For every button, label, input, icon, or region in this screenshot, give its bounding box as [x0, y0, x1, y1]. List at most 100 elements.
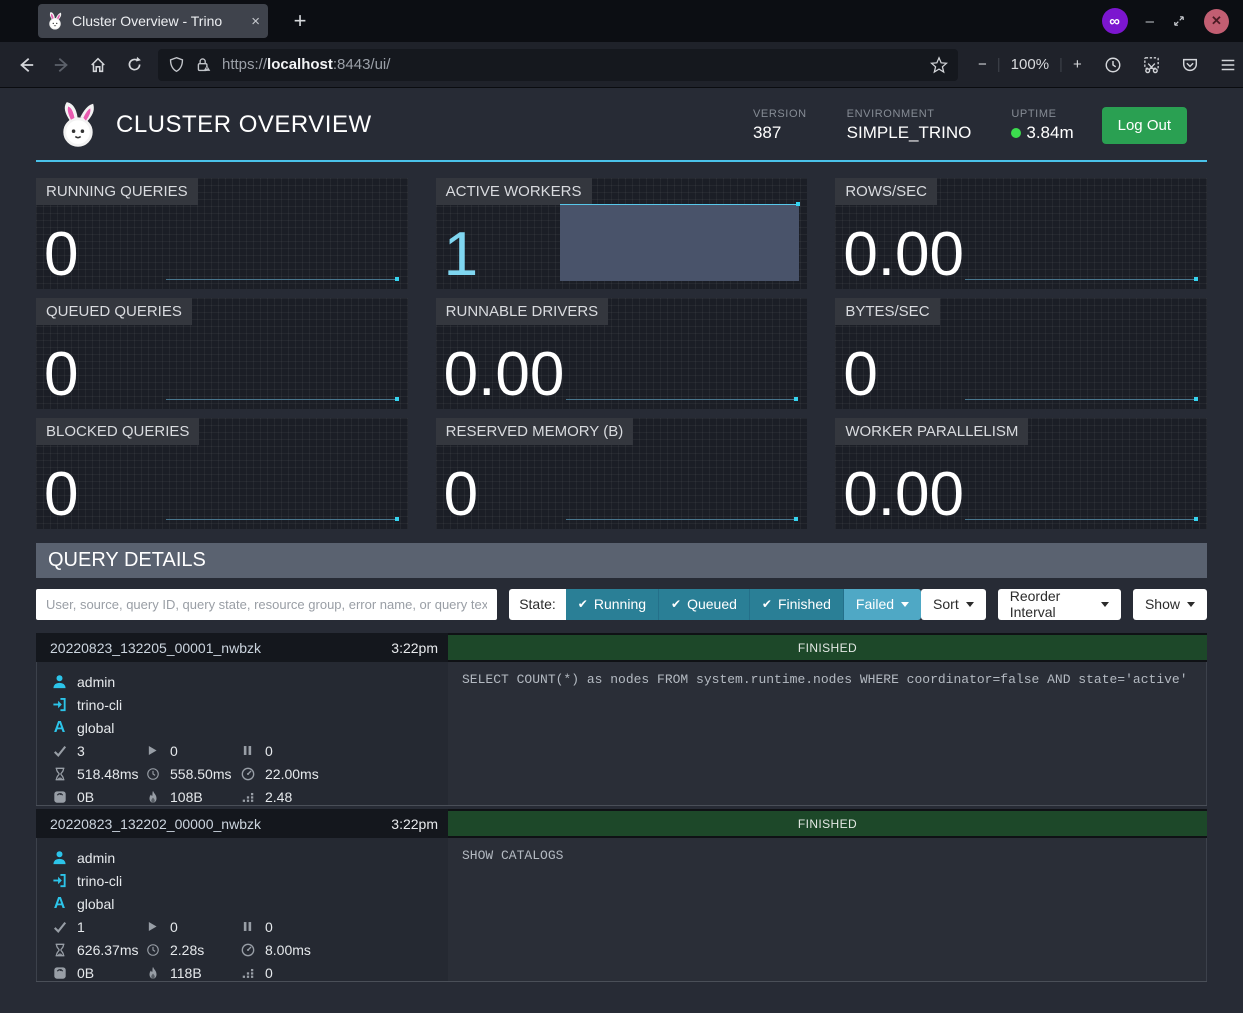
query-filter-row: State: ✔Running ✔Queued ✔Finished Failed…	[36, 588, 1207, 620]
sign-in-icon	[51, 873, 68, 888]
sparkline	[166, 279, 398, 280]
flame-icon	[144, 790, 161, 804]
version-value: 387	[753, 123, 807, 143]
sort-dropdown[interactable]: Sort	[921, 589, 986, 620]
elapsed-time: 2.28s	[170, 942, 204, 958]
peak-memory: 118B	[170, 965, 202, 981]
zoom-in-button[interactable]: +	[1073, 56, 1082, 73]
tab-close-icon[interactable]: ×	[251, 13, 260, 30]
zoom-out-button[interactable]: −	[978, 56, 987, 73]
close-window-button[interactable]: ✕	[1204, 9, 1229, 34]
history-icon[interactable]	[1104, 56, 1122, 74]
clock-icon	[144, 943, 161, 957]
screenshot-icon[interactable]	[1142, 55, 1161, 74]
new-tab-button[interactable]: +	[286, 8, 314, 34]
check-icon: ✔	[578, 597, 588, 611]
browser-toolbar: https://localhost:8443/ui/ − | 100% | +	[0, 42, 1243, 88]
chevron-down-icon	[966, 602, 974, 607]
pause-icon	[239, 744, 256, 757]
flame-icon	[144, 966, 161, 980]
sparkline	[965, 519, 1197, 520]
stat-card-running-queries: RUNNING QUERIES 0	[36, 178, 408, 289]
logout-button[interactable]: Log Out	[1102, 107, 1187, 144]
shield-icon[interactable]	[168, 56, 185, 73]
stat-card-rows-sec: ROWS/SEC 0.00	[835, 178, 1207, 289]
show-dropdown[interactable]: Show	[1133, 589, 1207, 620]
menu-icon[interactable]	[1219, 56, 1237, 74]
stat-card-reserved-memory: RESERVED MEMORY (B) 0	[436, 418, 808, 529]
lock-warning-icon[interactable]	[195, 56, 212, 73]
resource-group-icon: A	[51, 719, 68, 737]
check-icon	[51, 744, 68, 758]
splits-completed: 3	[77, 743, 85, 759]
queued-time: 626.37ms	[77, 942, 138, 958]
query-row: 20220823_132205_00001_nwbzk 3:22pm FINIS…	[36, 633, 1207, 806]
scale-icon	[51, 790, 68, 804]
user-icon	[51, 850, 68, 865]
url-text[interactable]: https://localhost:8443/ui/	[222, 56, 930, 73]
gauge-icon	[239, 767, 256, 781]
check-icon: ✔	[762, 597, 772, 611]
stat-label: ROWS/SEC	[835, 178, 937, 205]
scale-icon	[51, 966, 68, 980]
stat-value: 0	[444, 461, 478, 529]
uptime-value: 3.84m	[1026, 123, 1073, 143]
state-filter-failed[interactable]: Failed	[843, 589, 921, 620]
browser-tab-bar: Cluster Overview - Trino × + ∞ – ✕	[0, 0, 1243, 42]
query-search-input[interactable]	[36, 589, 497, 620]
check-icon	[51, 920, 68, 934]
play-icon	[144, 920, 161, 933]
restore-button[interactable]	[1172, 14, 1186, 28]
splits-queued: 0	[265, 743, 273, 759]
resource-group-icon: A	[51, 895, 68, 913]
forward-button[interactable]	[44, 56, 80, 74]
stat-label: RUNNABLE DRIVERS	[436, 298, 609, 325]
reload-button[interactable]	[116, 56, 152, 73]
elapsed-time: 558.50ms	[170, 766, 231, 782]
query-id-link[interactable]: 20220823_132202_00000_nwbzk	[50, 816, 261, 832]
stat-label: ACTIVE WORKERS	[436, 178, 592, 205]
check-icon: ✔	[671, 597, 681, 611]
current-memory: 0B	[77, 965, 94, 981]
back-button[interactable]	[8, 56, 44, 74]
stat-label: RUNNING QUERIES	[36, 178, 198, 205]
chevron-down-icon	[1101, 602, 1109, 607]
zoom-level[interactable]: 100%	[1011, 56, 1049, 73]
sign-in-icon	[51, 697, 68, 712]
query-id-link[interactable]: 20220823_132205_00001_nwbzk	[50, 640, 261, 656]
bookmark-star-icon[interactable]	[930, 56, 948, 74]
chevron-down-icon	[901, 602, 909, 607]
minimize-button[interactable]: –	[1146, 13, 1154, 30]
queued-time: 518.48ms	[77, 766, 138, 782]
stat-label: BLOCKED QUERIES	[36, 418, 199, 445]
tab-title: Cluster Overview - Trino	[72, 13, 245, 29]
cluster-header: CLUSTER OVERVIEW VERSION 387 ENVIRONMENT…	[36, 88, 1207, 162]
query-status-badge: FINISHED	[448, 635, 1207, 660]
version-metric: VERSION 387	[753, 108, 807, 143]
splits-running: 0	[170, 743, 178, 759]
state-filter-queued[interactable]: ✔Queued	[658, 589, 749, 620]
home-button[interactable]	[80, 56, 116, 74]
url-bar[interactable]: https://localhost:8443/ui/	[158, 49, 958, 81]
query-source: trino-cli	[77, 697, 122, 713]
stat-value: 0	[44, 341, 78, 409]
pause-icon	[239, 920, 256, 933]
splits-queued: 0	[265, 919, 273, 935]
state-filter-running[interactable]: ✔Running	[566, 589, 658, 620]
query-resource-group: global	[77, 720, 114, 736]
stat-card-bytes-sec: BYTES/SEC 0	[835, 298, 1207, 409]
trino-logo	[56, 102, 100, 148]
cumulative-memory: 2.48	[265, 789, 292, 805]
sparkline-filled	[560, 204, 800, 281]
query-sql-text: SHOW CATALOGS	[448, 838, 1207, 981]
hourglass-icon	[51, 767, 68, 781]
browser-tab[interactable]: Cluster Overview - Trino ×	[38, 4, 268, 38]
query-row: 20220823_132202_00000_nwbzk 3:22pm FINIS…	[36, 809, 1207, 982]
hourglass-icon	[51, 943, 68, 957]
state-filter-finished[interactable]: ✔Finished	[749, 589, 843, 620]
query-stats: admin trino-cli Aglobal 3 0 0 518.48ms 5…	[36, 662, 448, 805]
reorder-interval-dropdown[interactable]: Reorder Interval	[998, 589, 1121, 620]
play-icon	[144, 744, 161, 757]
stat-cards-grid: RUNNING QUERIES 0 ACTIVE WORKERS 1 ROWS/…	[36, 178, 1207, 529]
pocket-icon[interactable]	[1181, 56, 1199, 74]
